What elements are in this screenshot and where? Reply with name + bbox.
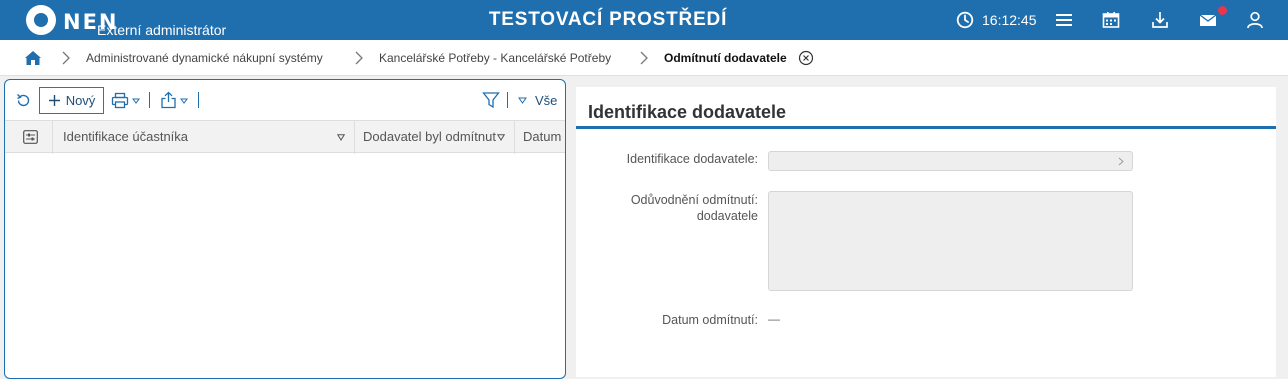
- column-header-rejected[interactable]: Dodavatel byl odmítnut: [355, 121, 515, 154]
- chevron-right-icon: [355, 51, 363, 65]
- user-icon[interactable]: [1245, 10, 1265, 30]
- home-icon[interactable]: [24, 49, 42, 67]
- breadcrumb: Administrované dynamické nákupní systémy…: [0, 40, 1288, 76]
- date-value: —: [768, 312, 780, 326]
- download-icon[interactable]: [1150, 10, 1170, 30]
- clock-icon: [956, 11, 974, 29]
- mail-icon[interactable]: [1198, 10, 1218, 30]
- supplier-id-field[interactable]: [768, 151, 1133, 171]
- sort-icon[interactable]: [337, 134, 345, 141]
- reason-label-line2: dodavatele: [696, 209, 758, 223]
- filter-icon[interactable]: [482, 91, 500, 109]
- reason-label: Odůvodnění odmítnutí: dodavatele: [576, 192, 758, 224]
- breadcrumb-item[interactable]: Kancelářské Potřeby - Kancelářské Potřeb…: [379, 51, 611, 65]
- column-header-participant[interactable]: Identifikace účastníka: [53, 121, 355, 154]
- refresh-icon[interactable]: [15, 92, 32, 109]
- date-label: Datum odmítnutí:: [662, 313, 758, 327]
- notification-badge: [1218, 6, 1227, 15]
- toolbar-divider: [198, 92, 199, 108]
- toolbar-divider: [507, 92, 508, 108]
- calendar-icon[interactable]: [1101, 10, 1121, 30]
- sort-icon[interactable]: [497, 134, 505, 141]
- menu-icon[interactable]: [1054, 10, 1074, 30]
- chevron-down-icon[interactable]: [180, 98, 188, 104]
- column-settings-cell[interactable]: [5, 121, 53, 154]
- reason-textarea[interactable]: [768, 191, 1133, 291]
- chevron-down-icon[interactable]: [132, 98, 140, 104]
- chevron-right-icon[interactable]: [1118, 157, 1124, 166]
- column-header-date[interactable]: Datum: [515, 121, 565, 154]
- supplier-id-label: Identifikace dodavatele:: [626, 152, 758, 166]
- toolbar-divider: [149, 92, 150, 108]
- export-icon[interactable]: [160, 91, 177, 109]
- close-icon[interactable]: [798, 50, 814, 66]
- detail-form: Identifikace dodavatele Identifikace dod…: [576, 87, 1276, 377]
- form-title: Identifikace dodavatele: [588, 102, 787, 122]
- breadcrumb-item[interactable]: Administrované dynamické nákupní systémy: [86, 51, 323, 65]
- reason-label-line1: Odůvodnění odmítnutí:: [630, 193, 758, 207]
- session-time: 16:12:45: [982, 12, 1037, 28]
- column-settings-icon[interactable]: [23, 130, 38, 144]
- column-header-label: Dodavatel byl odmítnut: [363, 129, 496, 144]
- filter-select[interactable]: Vše: [535, 93, 557, 108]
- print-icon[interactable]: [111, 92, 129, 109]
- title-underline: [576, 126, 1276, 129]
- column-header-label: Identifikace účastníka: [63, 129, 189, 144]
- grid-panel: Nový Vše Identifikace účastníka Dodavate…: [4, 79, 566, 379]
- chevron-right-icon: [640, 51, 648, 65]
- grid-header: Identifikace účastníka Dodavatel byl odm…: [5, 120, 565, 154]
- app-header: NEN Externí administrátor TESTOVACÍ PROS…: [0, 0, 1288, 40]
- grid-toolbar: Nový Vše: [5, 80, 565, 120]
- breadcrumb-current: Odmítnutí dodavatele: [664, 51, 787, 65]
- new-button[interactable]: Nový: [39, 87, 104, 114]
- new-button-label: Nový: [65, 93, 96, 108]
- chevron-down-icon[interactable]: [518, 97, 527, 104]
- column-header-label: Datum: [523, 129, 562, 144]
- plus-icon: [48, 95, 60, 106]
- chevron-right-icon: [62, 51, 70, 65]
